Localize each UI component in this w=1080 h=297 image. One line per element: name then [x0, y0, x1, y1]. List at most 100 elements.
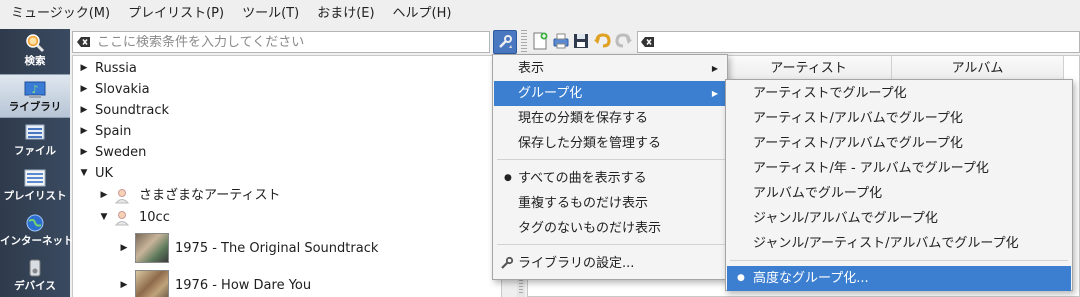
menu-item-show-duplicates[interactable]: 重複するものだけ表示 [494, 191, 726, 216]
tree-item-label: 1976 - How Dare You [175, 277, 312, 293]
sidebar-tab-label: インターネット [0, 235, 74, 247]
submenu-item-group-artist[interactable]: アーティストでグループ化 [727, 81, 1071, 106]
menu-item-label: グループ化 [518, 86, 583, 101]
tree-item-spain[interactable]: ▶ Spain [79, 121, 132, 142]
undo-icon [594, 33, 611, 48]
artist-icon [115, 210, 129, 225]
sidebar-tab-label: プレイリスト [3, 190, 67, 202]
menu-item-manage-groupings[interactable]: 保存した分類を管理する [494, 131, 726, 156]
save-playlist-button[interactable] [571, 31, 591, 51]
sidebar-tab-library[interactable]: ♪ ライブラリ [0, 74, 70, 118]
sidebar-tab-label: デバイス [14, 280, 56, 292]
group-by-submenu: アーティストでグループ化 アーティスト/アルバムでグループ化 アーティスト/アル… [725, 79, 1073, 291]
files-icon [24, 123, 46, 143]
clear-icon[interactable] [77, 36, 91, 48]
playlist-icon [24, 168, 46, 188]
tree-item-uk[interactable]: ▼ UK [79, 163, 114, 184]
tree-item-label: UK [95, 166, 114, 181]
floppy-icon [574, 34, 588, 48]
search-input[interactable] [97, 34, 477, 50]
tree-item-label: Soundtrack [95, 103, 170, 118]
tree-item-label: Slovakia [95, 82, 150, 97]
wrench-icon [501, 256, 514, 269]
sidebar-tab-files[interactable]: ファイル [0, 119, 70, 163]
menu-help[interactable]: ヘルプ(H) [384, 0, 461, 28]
menu-item-label: 重複するものだけ表示 [518, 196, 649, 211]
new-document-icon [533, 32, 548, 50]
sidebar-tab-label: ファイル [14, 145, 56, 157]
tree-item-slovakia[interactable]: ▶ Slovakia [79, 79, 150, 100]
sidebar-tab-internet[interactable]: インターネット [0, 209, 74, 253]
redo-button[interactable] [614, 31, 634, 51]
menu-extras[interactable]: おまけ(E) [308, 0, 383, 28]
tree-item-russia[interactable]: ▶ Russia [79, 58, 137, 79]
library-config-button[interactable] [493, 30, 517, 54]
submenu-item-group-artist-album[interactable]: アーティスト/アルバムでグループ化 [727, 106, 1071, 131]
menu-item-label: ライブラリの設定... [518, 256, 635, 271]
artist-icon [115, 188, 129, 203]
menubar: ミュージック(M) プレイリスト(P) ツール(T) おまけ(E) ヘルプ(H) [0, 0, 1080, 28]
expand-arrow-icon[interactable]: ▶ [79, 58, 89, 79]
sidebar-tab-label: ライブラリ [8, 101, 62, 113]
collapse-arrow-icon[interactable]: ▼ [79, 163, 89, 184]
submenu-item-group-artist-album-2[interactable]: アーティスト/アルバムでグループ化 [727, 131, 1071, 156]
menu-item-group-by[interactable]: グループ化 ▶ [494, 81, 726, 106]
menu-item-label: 保存した分類を管理する [518, 136, 662, 151]
tree-item-various-artists[interactable]: ▶ さまざまなアーティスト [99, 185, 280, 206]
expand-arrow-icon[interactable]: ▶ [79, 100, 89, 121]
library-context-menu: 表示 ▶ グループ化 ▶ 現在の分類を保存する 保存した分類を管理する ● すべ… [492, 54, 728, 280]
sidebar-tab-search[interactable]: 検索 [0, 29, 70, 73]
submenu-item-label: 高度なグループ化... [753, 271, 869, 286]
tree-item-album[interactable]: ▶ 1976 - How Dare You [119, 269, 311, 297]
menu-item-show-all-songs[interactable]: ● すべての曲を表示する [494, 166, 726, 191]
submenu-item-advanced-grouping[interactable]: ● 高度なグループ化... [727, 266, 1071, 291]
expand-arrow-icon[interactable]: ▶ [79, 142, 89, 163]
library-icon: ♪ [24, 79, 46, 99]
device-icon [24, 258, 46, 278]
toolbar-grip [521, 30, 527, 54]
radio-checked-icon: ● [737, 273, 745, 283]
submenu-arrow-icon: ▶ [711, 64, 718, 73]
submenu-item-group-album[interactable]: アルバムでグループ化 [727, 181, 1071, 206]
submenu-item-group-genre-artist-album[interactable]: ジャンル/アーティスト/アルバムでグループ化 [727, 231, 1071, 256]
tree-item-label: 1975 - The Original Soundtrack [175, 240, 379, 256]
menu-item-label: 表示 [518, 61, 545, 76]
menu-item-view[interactable]: 表示 ▶ [494, 56, 726, 81]
menu-item-show-untagged[interactable]: タグのないものだけ表示 [494, 216, 726, 241]
menu-item-save-grouping[interactable]: 現在の分類を保存する [494, 106, 726, 131]
expand-arrow-icon[interactable]: ▶ [79, 121, 89, 142]
expand-arrow-icon[interactable]: ▶ [79, 79, 89, 100]
submenu-item-group-artist-year-album[interactable]: アーティスト/年 - アルバムでグループ化 [727, 156, 1071, 181]
sidebar: 検索 ♪ ライブラリ ファイル プレイリスト インターネット デバイス [0, 29, 74, 297]
playlist-filter[interactable] [637, 31, 1080, 53]
menu-item-label: タグのないものだけ表示 [518, 221, 662, 236]
menu-tools[interactable]: ツール(T) [233, 0, 308, 28]
clear-icon[interactable] [641, 36, 655, 48]
sidebar-tab-playlists[interactable]: プレイリスト [0, 164, 70, 208]
expand-arrow-icon[interactable]: ▶ [119, 238, 129, 259]
new-playlist-button[interactable] [530, 31, 550, 51]
library-search [72, 31, 490, 53]
menu-item-label: 現在の分類を保存する [518, 111, 649, 126]
tree-item-soundtrack[interactable]: ▶ Soundtrack [79, 100, 170, 121]
sidebar-tab-devices[interactable]: デバイス [0, 254, 70, 297]
menu-item-library-settings[interactable]: ライブラリの設定... [494, 251, 726, 276]
wrench-icon [499, 35, 512, 48]
submenu-arrow-icon: ▶ [711, 89, 718, 98]
submenu-item-group-genre-album[interactable]: ジャンル/アルバムでグループ化 [727, 206, 1071, 231]
tree-item-10cc[interactable]: ▼ 10cc [99, 207, 170, 228]
tree-item-sweden[interactable]: ▶ Sweden [79, 142, 147, 163]
expand-arrow-icon[interactable]: ▶ [99, 185, 109, 206]
collapse-arrow-icon[interactable]: ▼ [99, 207, 109, 228]
menu-music[interactable]: ミュージック(M) [2, 0, 119, 28]
menu-playlist[interactable]: プレイリスト(P) [119, 0, 233, 28]
undo-button[interactable] [592, 31, 612, 51]
load-playlist-button[interactable] [551, 31, 571, 51]
tree-item-label: さまざまなアーティスト [139, 188, 281, 203]
expand-arrow-icon[interactable]: ▶ [119, 275, 129, 296]
svg-text:♪: ♪ [31, 83, 38, 96]
album-cover-image [135, 233, 169, 263]
tree-item-album[interactable]: ▶ 1975 - The Original Soundtrack [119, 232, 378, 264]
album-cover-image [135, 270, 169, 297]
magnifier-icon [24, 33, 46, 53]
